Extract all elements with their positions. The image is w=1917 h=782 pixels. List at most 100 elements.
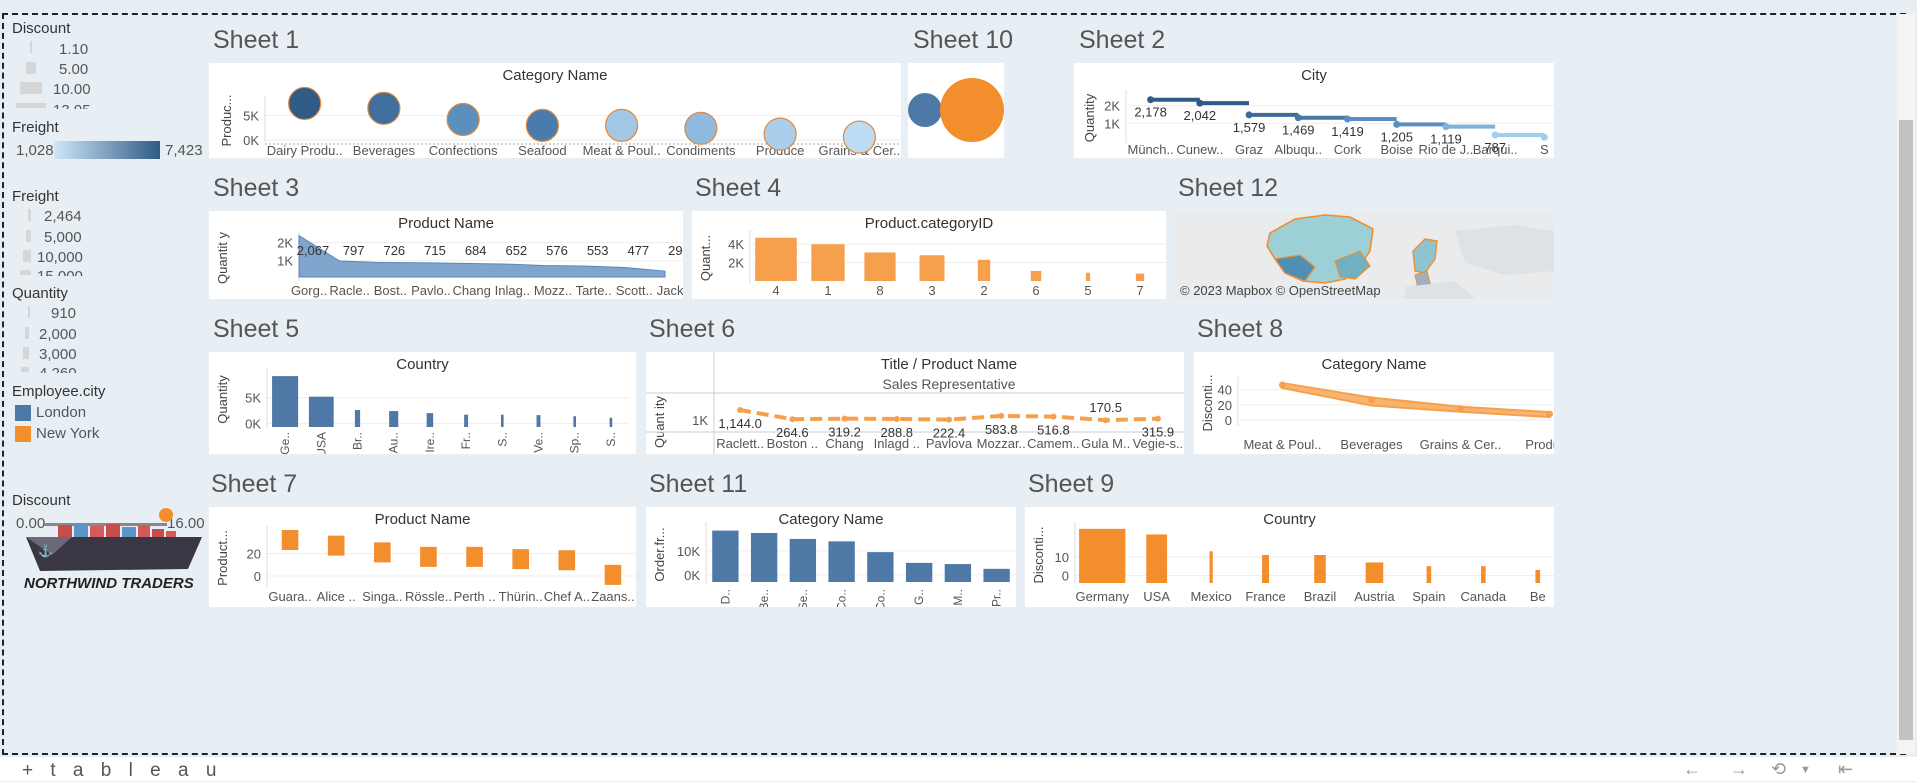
gantt-mark[interactable] <box>466 546 483 567</box>
legend-label-london[interactable]: London <box>36 404 86 421</box>
sheet5-chart[interactable]: Quantity 5K 0K Ge.. USA Br.. Au.. Ire.. Fr.. S.. V… <box>209 352 636 454</box>
revert-icon[interactable]: ⟲ <box>1771 759 1786 780</box>
line-point[interactable] <box>1147 96 1155 104</box>
bar-mark[interactable] <box>755 237 797 281</box>
sheet9-chart[interactable]: Disconti... 10 0 Germany USA Mexico France Braz… <box>1025 507 1554 607</box>
bar-mark[interactable] <box>1314 555 1326 583</box>
reset-icon[interactable]: ⇤ <box>1838 759 1853 780</box>
area-band-mark[interactable] <box>1281 381 1551 419</box>
sheet4-chart[interactable]: Quant... 4K 2K 4 1 8 3 2 6 5 7 <box>692 211 1166 299</box>
sheet11-panel[interactable]: Category Name Order.fr... 10K 0K D.. Be.. Se.… <box>646 507 1016 607</box>
bubble-london[interactable] <box>908 93 942 127</box>
gantt-mark[interactable] <box>558 550 576 571</box>
bubble-mark[interactable] <box>763 117 797 151</box>
sheet2-chart[interactable]: Quantity 2K 1K Münch.. Cunew.. Graz Albuqu.. Co… <box>1074 63 1554 158</box>
bubble-mark[interactable] <box>288 86 322 121</box>
gantt-mark[interactable] <box>374 542 391 563</box>
sheet7-chart[interactable]: Product... 20 0 Guara.. Alice .. Singa.. Rössl… <box>209 507 636 607</box>
line-point[interactable] <box>737 407 744 413</box>
line-point[interactable] <box>1196 99 1204 107</box>
gantt-mark[interactable] <box>281 530 299 550</box>
line-point[interactable] <box>893 415 900 422</box>
legend-swatch-london[interactable] <box>15 405 31 421</box>
bubble-mark[interactable] <box>446 102 480 137</box>
bar-mark[interactable] <box>944 564 972 582</box>
line-point[interactable] <box>1050 413 1057 420</box>
gantt-mark[interactable] <box>327 535 345 556</box>
bar-mark[interactable] <box>905 562 933 582</box>
bar-mark[interactable] <box>464 414 469 427</box>
sheet6-panel[interactable]: Title / Product Name Sales Representativ… <box>646 352 1184 454</box>
gantt-mark[interactable] <box>420 546 437 567</box>
bar-mark[interactable] <box>811 244 845 281</box>
bubble-mark[interactable] <box>525 108 559 142</box>
bar-mark[interactable] <box>864 252 896 281</box>
tableau-logo[interactable]: + t a b l e a u <box>22 760 222 782</box>
line-point[interactable] <box>789 416 796 423</box>
bar-mark[interactable] <box>573 416 577 427</box>
line-point[interactable] <box>1546 410 1553 418</box>
bar-mark[interactable] <box>983 568 1010 582</box>
bar-mark[interactable] <box>1535 569 1541 583</box>
bar-mark[interactable] <box>919 255 945 281</box>
legend-label-new-york[interactable]: New York <box>36 425 99 442</box>
bar-mark[interactable] <box>1079 528 1126 583</box>
line-point[interactable] <box>998 412 1005 419</box>
bubble-mark[interactable] <box>684 111 718 145</box>
line-point[interactable] <box>1393 120 1401 128</box>
sheet7-panel[interactable]: Product Name Product... 20 0 Guara.. Alice .… <box>209 507 636 607</box>
bar-mark[interactable] <box>750 532 778 582</box>
sheet12-map-panel[interactable]: © 2023 Mapbox © OpenStreetMap <box>1175 211 1554 299</box>
bar-mark[interactable] <box>1262 555 1270 583</box>
line-point[interactable] <box>1457 405 1464 413</box>
sheet1-panel[interactable]: Category Name Produc... 5K 0K Dairy Produ..… <box>209 63 901 158</box>
bubble-new-york[interactable] <box>940 78 1004 142</box>
sheet12-map[interactable]: © 2023 Mapbox © OpenStreetMap <box>1175 211 1554 299</box>
bar-mark[interactable] <box>1135 273 1145 281</box>
sheet6-chart[interactable]: Quant ity 1KRaclett.. Boston .. Chang Inlagd… <box>646 352 1184 454</box>
gantt-mark[interactable] <box>604 564 622 585</box>
gantt-mark[interactable] <box>512 549 529 570</box>
sheet5-panel[interactable]: Country Quantity 5K 0K Ge.. USA Br.. Au.. Ire..… <box>209 352 636 454</box>
undo-icon[interactable]: ← <box>1683 759 1701 780</box>
bar-mark[interactable] <box>1481 566 1486 583</box>
redo-icon[interactable]: → <box>1730 759 1748 780</box>
sheet2-panel[interactable]: City Quantity 2K 1K Münch.. Cunew.. Graz Albuq… <box>1074 63 1554 158</box>
bubble-mark[interactable] <box>605 108 639 142</box>
line-point[interactable] <box>1102 417 1109 424</box>
line-point[interactable] <box>1442 123 1450 131</box>
sheet8-panel[interactable]: Category Name Disconti... 40 20 0 Meat & Pou… <box>1194 352 1554 454</box>
bar-mark[interactable] <box>1426 566 1432 583</box>
bar-mark[interactable] <box>977 259 991 281</box>
line-point[interactable] <box>1491 131 1499 139</box>
sheet8-chart[interactable]: Disconti... 40200 Meat & Poul.. Beverages Gr… <box>1194 352 1554 454</box>
sheet1-chart[interactable]: Produc... 5K 0K Dairy Produ.. Beverages Confe… <box>209 63 901 158</box>
line-point[interactable] <box>1368 396 1375 404</box>
sheet11-chart[interactable]: Order.fr... 10K 0K D.. Be.. Se.. Co.. Co.. G.. M.… <box>646 507 1016 607</box>
bar-mark[interactable] <box>308 396 334 427</box>
bar-mark[interactable] <box>609 417 613 427</box>
legend-swatch-new-york[interactable] <box>15 426 31 442</box>
scrollbar-thumb[interactable] <box>1899 120 1913 740</box>
bar-mark[interactable] <box>1365 562 1384 583</box>
sheet10-chart[interactable] <box>908 63 1004 158</box>
bar-mark[interactable] <box>1209 551 1213 583</box>
line-point[interactable] <box>1540 133 1548 141</box>
bubble-mark[interactable] <box>367 91 401 125</box>
line-point[interactable] <box>841 415 848 422</box>
line-point[interactable] <box>946 416 952 423</box>
bar-mark[interactable] <box>828 541 855 582</box>
bar-mark[interactable] <box>536 415 541 427</box>
bar-mark[interactable] <box>789 538 817 582</box>
bar-mark[interactable] <box>867 552 894 582</box>
line-point[interactable] <box>1154 415 1161 422</box>
sheet3-chart[interactable]: Quantit y 2K 1K Gorg.. Racle.. Bost.. Pavlo.. C… <box>209 211 683 299</box>
revert-dropdown-icon[interactable]: ▼ <box>1800 764 1811 776</box>
line-point[interactable] <box>1294 114 1302 122</box>
bar-mark[interactable] <box>389 411 399 427</box>
bubble-mark[interactable] <box>842 120 876 154</box>
line-point[interactable] <box>1344 115 1351 123</box>
bar-mark[interactable] <box>1030 270 1042 281</box>
bar-mark[interactable] <box>1085 272 1091 281</box>
sheet10-panel[interactable] <box>908 63 1004 158</box>
